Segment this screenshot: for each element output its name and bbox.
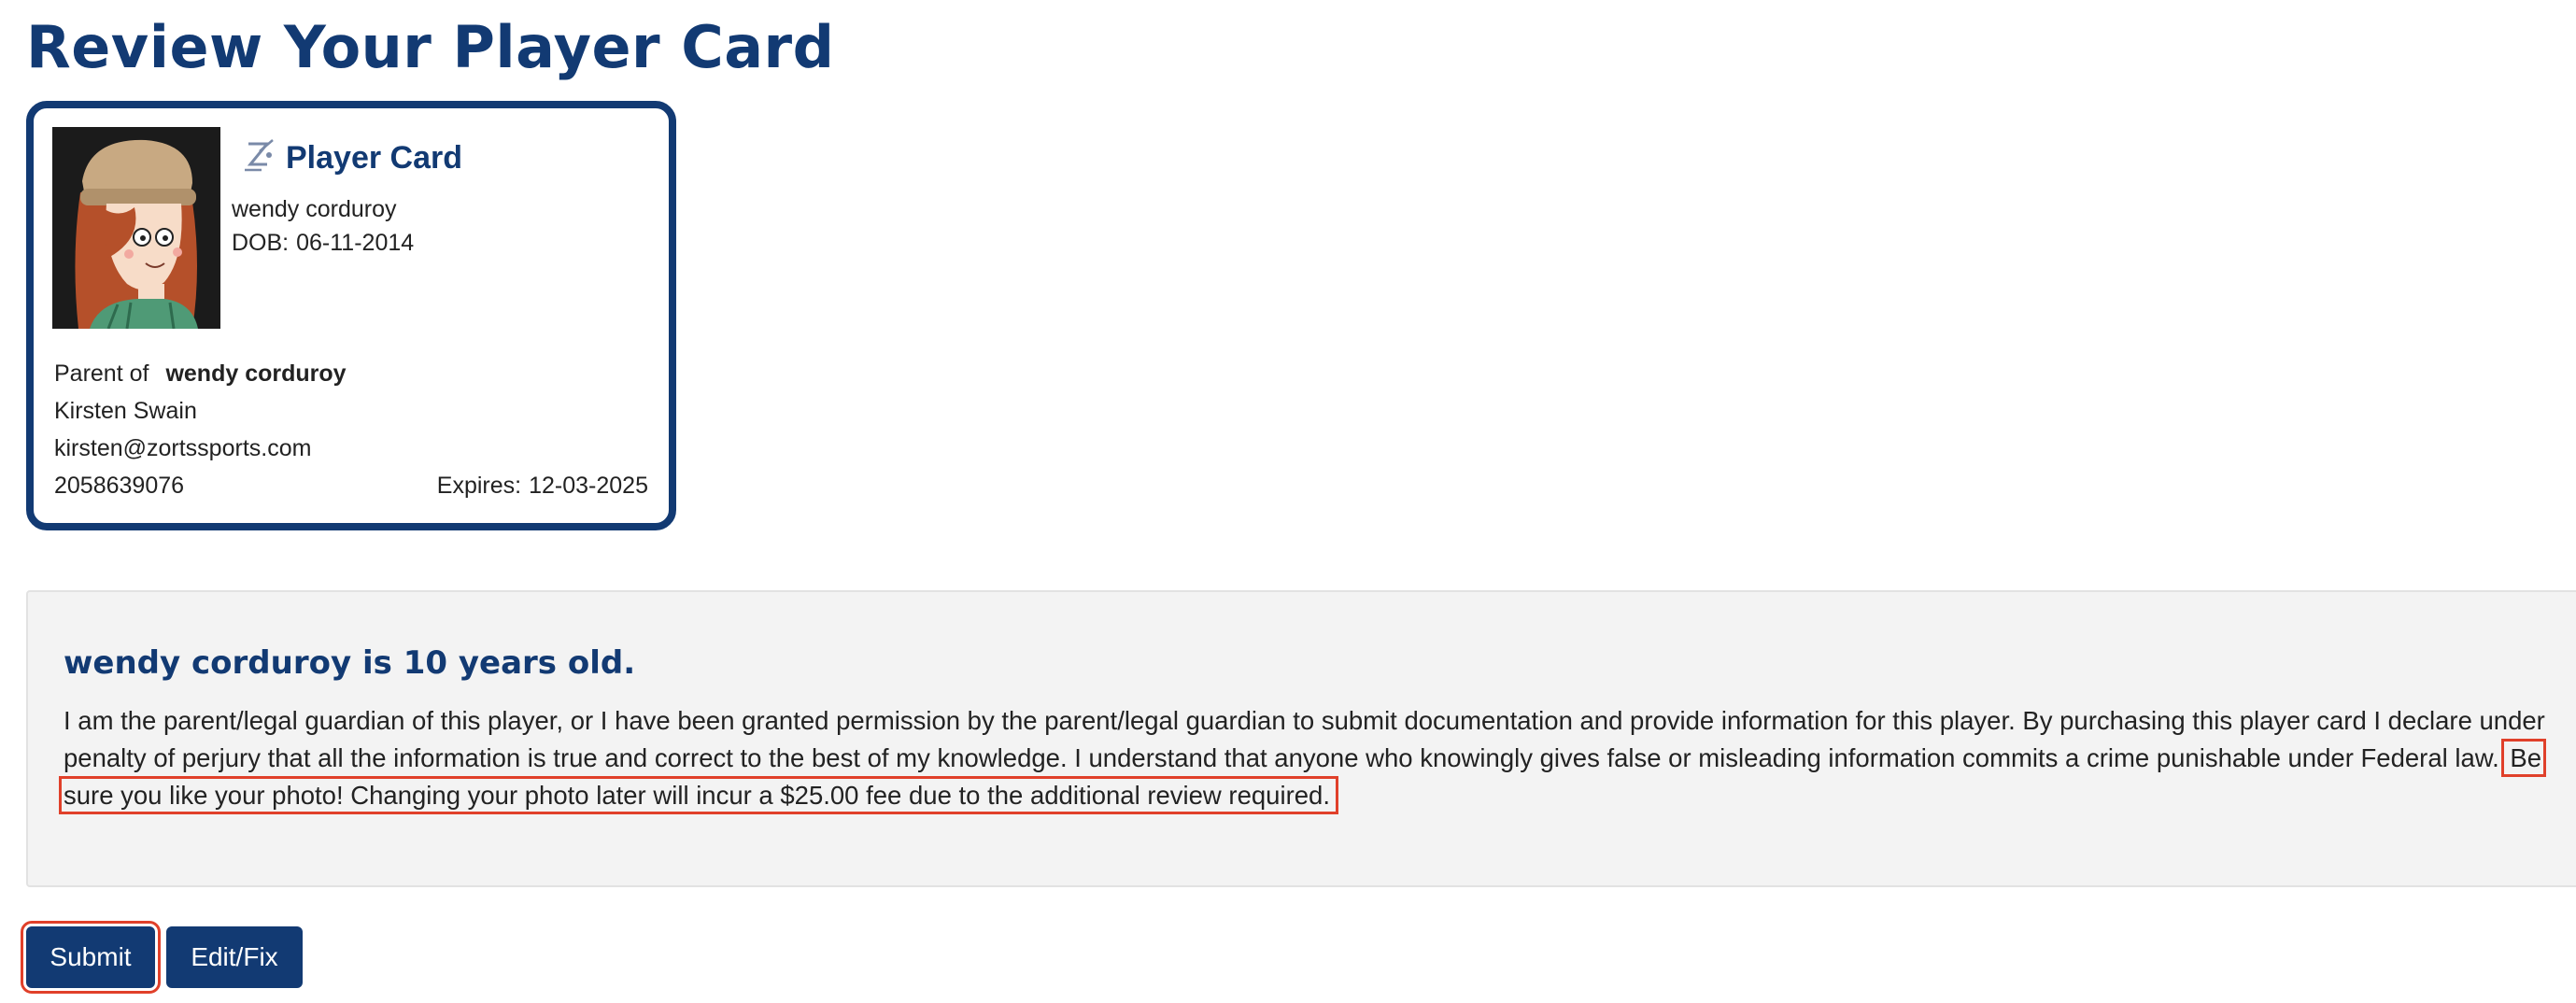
declaration-text: I am the parent/legal guardian of this p… — [64, 706, 2545, 772]
parent-name: Kirsten Swain — [54, 398, 197, 424]
expires-date: Expires: 12-03-2025 — [437, 473, 648, 500]
submit-button[interactable]: Submit — [21, 921, 161, 994]
guardian-declaration: I am the parent/legal guardian of this p… — [58, 702, 2576, 814]
parent-email: kirsten@zortssports.com — [54, 435, 312, 461]
dob-value: 06-11-2014 — [296, 230, 415, 256]
expires-label: Expires: — [436, 473, 522, 499]
parent-of-label: Parent of — [54, 360, 149, 387]
dob-label: DOB: — [232, 230, 290, 256]
page-title: Review Your Player Card — [26, 13, 835, 81]
zorts-logo-icon — [239, 136, 278, 179]
age-notice-heading: wendy corduroy is 10 years old. — [64, 644, 636, 682]
parent-of-line: Parent of wendy corduroy — [54, 360, 347, 388]
edit-fix-button[interactable]: Edit/Fix — [166, 926, 303, 988]
expires-value: 12-03-2025 — [529, 473, 648, 499]
card-header: Player Card — [239, 136, 462, 179]
player-name: wendy corduroy — [232, 196, 397, 222]
player-card: Player Card wendy corduroy DOB: 06-11-201… — [26, 101, 676, 530]
player-photo — [52, 127, 220, 329]
parent-phone: 2058639076 — [54, 473, 185, 499]
parent-of-name: wendy corduroy — [165, 360, 347, 387]
card-title: Player Card — [286, 139, 462, 176]
page: Review Your Player Card Player Card wend… — [0, 0, 2576, 1003]
player-dob: DOB: 06-11-2014 — [232, 230, 414, 257]
age-notice-panel: wendy corduroy is 10 years old. I am the… — [26, 590, 2576, 887]
